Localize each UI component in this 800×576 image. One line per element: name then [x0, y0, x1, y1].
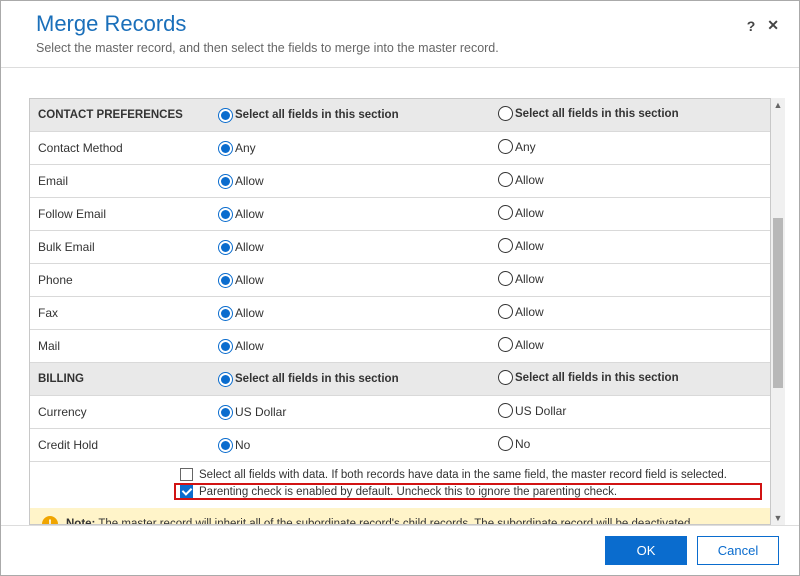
checkbox-icon[interactable]: [180, 468, 193, 481]
vertical-scrollbar[interactable]: ▲ ▼: [771, 98, 785, 525]
field-sub-radio[interactable]: Allow: [498, 304, 544, 319]
warning-icon: !: [42, 516, 58, 525]
select-all-sub[interactable]: Select all fields in this section: [498, 106, 679, 121]
field-master-radio[interactable]: Allow: [218, 240, 264, 255]
close-icon[interactable]: ✕: [767, 17, 779, 34]
field-label: Phone: [30, 264, 210, 297]
dialog-subtitle: Select the master record, and then selec…: [36, 41, 779, 55]
field-master-radio[interactable]: Allow: [218, 273, 264, 288]
field-sub-radio[interactable]: Allow: [498, 337, 544, 352]
field-label: Contact Method: [30, 132, 210, 165]
field-label: Bulk Email: [30, 231, 210, 264]
field-sub-radio[interactable]: Any: [498, 139, 536, 154]
field-row: Fax Allow Allow: [30, 297, 770, 330]
dialog-title: Merge Records: [36, 11, 747, 37]
section-name-cell: BILLING: [30, 363, 210, 396]
ok-button[interactable]: OK: [605, 536, 687, 565]
field-row: Bulk Email Allow Allow: [30, 231, 770, 264]
field-row: Credit Hold No No: [30, 429, 770, 462]
checkbox-icon[interactable]: [180, 485, 193, 498]
field-row: Currency US Dollar US Dollar: [30, 396, 770, 429]
field-master-radio[interactable]: Allow: [218, 306, 264, 321]
parenting-check-option[interactable]: Parenting check is enabled by default. U…: [174, 483, 762, 500]
field-sub-radio[interactable]: Allow: [498, 238, 544, 253]
dialog-body: CONTACT PREFERENCES Select all fields in…: [1, 68, 799, 525]
field-master-radio[interactable]: Allow: [218, 339, 264, 354]
section-header: BILLING Select all fields in this sectio…: [30, 363, 770, 396]
merge-records-dialog: Merge Records ? ✕ Select the master reco…: [0, 0, 800, 576]
option-label: Select all fields with data. If both rec…: [199, 469, 727, 481]
section-header: CONTACT PREFERENCES Select all fields in…: [30, 99, 770, 132]
select-all-sub[interactable]: Select all fields in this section: [498, 370, 679, 385]
field-label: Follow Email: [30, 198, 210, 231]
select-all-data-option[interactable]: Select all fields with data. If both rec…: [180, 466, 762, 483]
dialog-header: Merge Records ? ✕ Select the master reco…: [1, 1, 799, 68]
field-sub-radio[interactable]: Allow: [498, 172, 544, 187]
scroll-up-icon[interactable]: ▲: [771, 98, 785, 112]
field-sub-radio[interactable]: No: [498, 436, 530, 451]
fields-grid: CONTACT PREFERENCES Select all fields in…: [30, 99, 770, 462]
select-all-master[interactable]: Select all fields in this section: [218, 372, 399, 387]
field-label: Currency: [30, 396, 210, 429]
field-label: Email: [30, 165, 210, 198]
field-row: Mail Allow Allow: [30, 330, 770, 363]
note-text: Note: The master record will inherit all…: [66, 518, 694, 525]
field-row: Email Allow Allow: [30, 165, 770, 198]
field-label: Mail: [30, 330, 210, 363]
field-master-radio[interactable]: Allow: [218, 207, 264, 222]
field-sub-radio[interactable]: US Dollar: [498, 403, 566, 418]
field-sub-radio[interactable]: Allow: [498, 271, 544, 286]
fields-panel: CONTACT PREFERENCES Select all fields in…: [29, 98, 771, 525]
note-bar: ! Note: The master record will inherit a…: [30, 508, 770, 525]
scroll-down-icon[interactable]: ▼: [771, 511, 785, 525]
section-name-cell: CONTACT PREFERENCES: [30, 99, 210, 132]
field-sub-radio[interactable]: Allow: [498, 205, 544, 220]
field-master-radio[interactable]: Allow: [218, 174, 264, 189]
field-label: Credit Hold: [30, 429, 210, 462]
help-icon[interactable]: ?: [747, 18, 756, 34]
cancel-button[interactable]: Cancel: [697, 536, 779, 565]
field-row: Phone Allow Allow: [30, 264, 770, 297]
option-label: Parenting check is enabled by default. U…: [199, 486, 617, 498]
field-label: Fax: [30, 297, 210, 330]
dialog-footer: OK Cancel: [1, 525, 799, 575]
select-all-master[interactable]: Select all fields in this section: [218, 108, 399, 123]
field-master-radio[interactable]: Any: [218, 141, 256, 156]
bottom-options: Select all fields with data. If both rec…: [30, 462, 770, 504]
field-row: Contact Method Any Any: [30, 132, 770, 165]
field-row: Follow Email Allow Allow: [30, 198, 770, 231]
field-master-radio[interactable]: No: [218, 438, 250, 453]
field-master-radio[interactable]: US Dollar: [218, 405, 286, 420]
scroll-thumb[interactable]: [773, 218, 783, 389]
